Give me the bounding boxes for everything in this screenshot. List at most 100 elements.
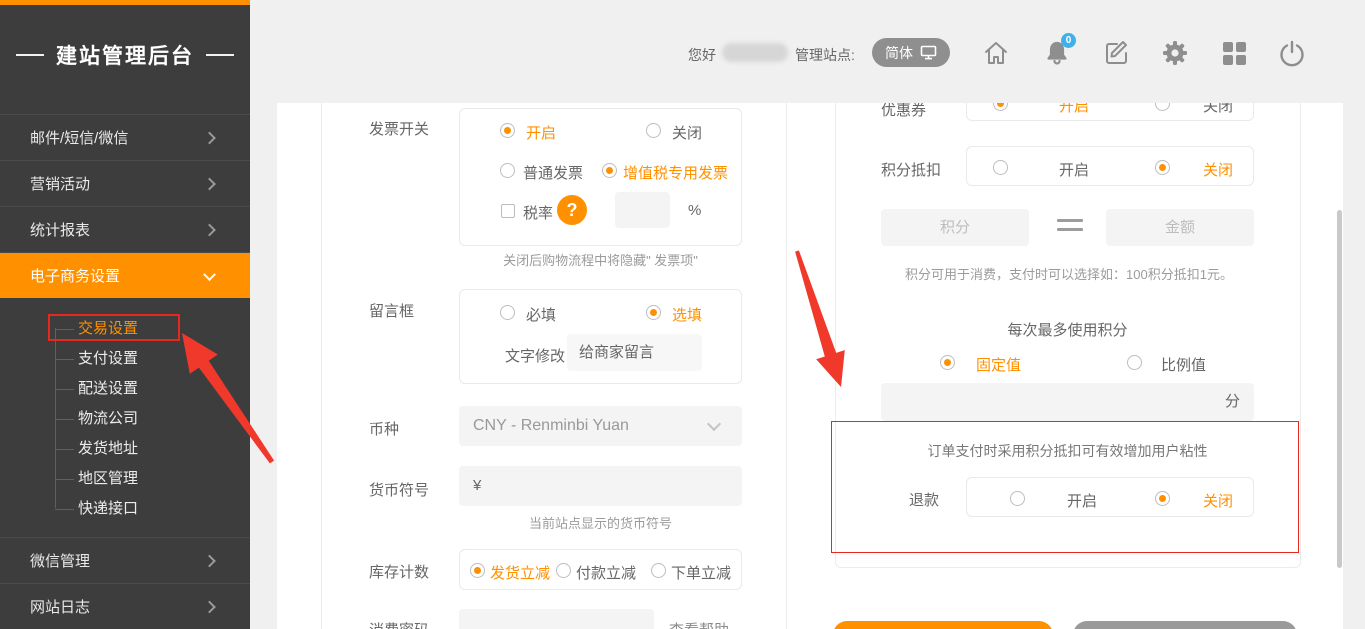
points-options-box: 开启 关闭 [966,146,1254,186]
stock-pay-radio[interactable] [556,563,571,578]
points-on-radio[interactable] [993,160,1008,175]
message-text-input[interactable]: 给商家留言 [567,334,702,371]
refund-on-option[interactable]: 开启 [1067,490,1097,511]
fixed-value-radio[interactable] [940,355,955,370]
sidebar-item-shipping-address[interactable]: 发货地址 [0,434,250,464]
sidebar-item-delivery-settings[interactable]: 配送设置 [0,374,250,404]
sidebar-item-express-interface[interactable]: 快递接口 [0,494,250,524]
fixed-value-option[interactable]: 固定值 [976,354,1021,375]
invoice-vat-radio[interactable] [602,163,617,178]
refund-label: 退款 [909,489,939,510]
ratio-value-radio[interactable] [1127,355,1142,370]
tax-rate-input[interactable] [615,192,670,228]
refund-off-radio[interactable] [1155,491,1170,506]
coupon-on-option[interactable]: 开启 [1059,103,1089,116]
site-selector-pill[interactable]: 简体 [872,38,950,67]
invoice-vat-option[interactable]: 增值税专用发票 [623,162,728,183]
message-options-box: 必填 选填 文字修改 给商家留言 [459,289,742,384]
invoice-normal-option[interactable]: 普通发票 [523,162,583,183]
message-box-label: 留言框 [369,300,414,321]
confirm-button[interactable] [833,621,1053,629]
message-edit-label: 文字修改 [505,345,565,366]
sidebar-item-mail-sms-wechat[interactable]: 邮件/短信/微信 [0,114,250,160]
stock-ship-option[interactable]: 发货立减 [490,562,550,583]
consumption-password-input[interactable] [459,609,654,629]
sidebar-item-label: 邮件/短信/微信 [30,127,128,148]
ratio-value-option[interactable]: 比例值 [1161,354,1206,375]
currency-symbol-input[interactable]: ¥ [459,466,742,506]
points-off-option[interactable]: 关闭 [1203,159,1233,180]
points-tip-note: 订单支付时采用积分抵扣可有效增加用户粘性 [881,441,1254,461]
sidebar-item-label: 微信管理 [30,550,90,571]
coupon-options-box: 开启 关闭 [966,103,1254,121]
apps-grid-icon[interactable] [1220,39,1248,67]
points-value-box[interactable]: 积分 [881,209,1029,246]
sidebar-item-logistics-company[interactable]: 物流公司 [0,404,250,434]
invoice-switch-label: 发票开关 [369,118,429,139]
sidebar-item-site-log[interactable]: 网站日志 [0,583,250,629]
settings-gear-icon[interactable] [1161,39,1189,67]
coupon-label: 优惠券 [881,103,926,120]
currency-select[interactable]: CNY - Renminbi Yuan [459,406,742,446]
amount-value-box[interactable]: 金额 [1106,209,1254,246]
topbar: 您好 管理站点: 简体 0 [250,0,1365,103]
stock-ship-radio[interactable] [470,563,485,578]
message-required-radio[interactable] [500,305,515,320]
refund-off-option[interactable]: 关闭 [1203,490,1233,511]
edit-icon[interactable] [1103,39,1131,67]
manage-site-label: 管理站点: [795,45,855,65]
vertical-scrollbar-thumb[interactable] [1337,210,1342,568]
view-help-link[interactable]: 查看帮助 [669,619,729,629]
tax-rate-label: 税率 [523,202,553,223]
trade-settings-card-right: 优惠券 开启 关闭 积分抵扣 开启 关闭 积分 金额 积分可用 [835,103,1301,568]
tax-help-icon[interactable]: ? [557,195,587,225]
site-selector-label: 简体 [885,43,913,63]
max-points-label: 每次最多使用积分 [881,319,1254,340]
sidebar-item-trade-settings[interactable]: 交易设置 [0,314,250,344]
points-off-radio[interactable] [1155,160,1170,175]
main-content: 发票开关 开启 关闭 普通发票 增值税专用发票 税率 ? % 关闭后购物流程中将… [277,103,1343,629]
home-icon[interactable] [982,39,1010,67]
currency-label: 币种 [369,418,399,439]
stock-order-option[interactable]: 下单立减 [671,562,731,583]
trade-settings-card-left: 发票开关 开启 关闭 普通发票 增值税专用发票 税率 ? % 关闭后购物流程中将… [321,103,787,629]
power-logout-icon[interactable] [1278,39,1306,67]
sidebar-item-payment-settings[interactable]: 支付设置 [0,344,250,374]
sidebar-item-statistics[interactable]: 统计报表 [0,206,250,252]
sidebar-item-wechat-management[interactable]: 微信管理 [0,537,250,583]
sidebar-item-region-management[interactable]: 地区管理 [0,464,250,494]
invoice-off-option[interactable]: 关闭 [672,122,702,143]
max-points-input[interactable]: 分 [881,383,1254,421]
sidebar-item-label: 网站日志 [30,596,90,617]
notifications-bell-icon[interactable]: 0 [1043,39,1071,67]
currency-value: CNY - Renminbi Yuan [473,417,629,434]
coupon-off-option[interactable]: 关闭 [1203,103,1233,116]
invoice-on-option[interactable]: 开启 [526,122,556,143]
sidebar-item-ecommerce-settings[interactable]: 电子商务设置 [0,252,250,298]
invoice-on-radio[interactable] [500,123,515,138]
stock-order-radio[interactable] [651,563,666,578]
points-on-option[interactable]: 开启 [1059,159,1089,180]
consumption-password-label: 消费密码 [369,619,429,629]
sidebar-menu-bottom: 微信管理 网站日志 [0,537,250,629]
stock-pay-option[interactable]: 付款立减 [576,562,636,583]
points-usage-note: 积分可用于消费，支付时可以选择如：100积分抵扣1元。 [864,264,1274,283]
stock-options-box: 发货立减 付款立减 下单立减 [459,549,742,590]
invoice-normal-radio[interactable] [500,163,515,178]
blurred-username [722,43,788,62]
refund-options-box: 开启 关闭 [966,477,1254,517]
invoice-options-box: 开启 关闭 普通发票 增值税专用发票 税率 ? % [459,108,742,246]
coupon-on-radio[interactable] [993,103,1008,111]
title-dash-left [16,54,44,56]
chevron-right-icon [203,131,216,144]
admin-app: 建站管理后台 邮件/短信/微信 营销活动 统计报表 电子商务设置 交易设 [0,0,1365,629]
invoice-off-radio[interactable] [646,123,661,138]
refund-on-radio[interactable] [1010,491,1025,506]
message-optional-radio[interactable] [646,305,661,320]
message-required-option[interactable]: 必填 [526,304,556,325]
message-optional-option[interactable]: 选填 [672,304,702,325]
coupon-off-radio[interactable] [1155,103,1170,111]
sidebar-item-marketing[interactable]: 营销活动 [0,160,250,206]
cancel-button[interactable] [1073,621,1297,629]
tax-rate-checkbox[interactable] [501,204,515,218]
